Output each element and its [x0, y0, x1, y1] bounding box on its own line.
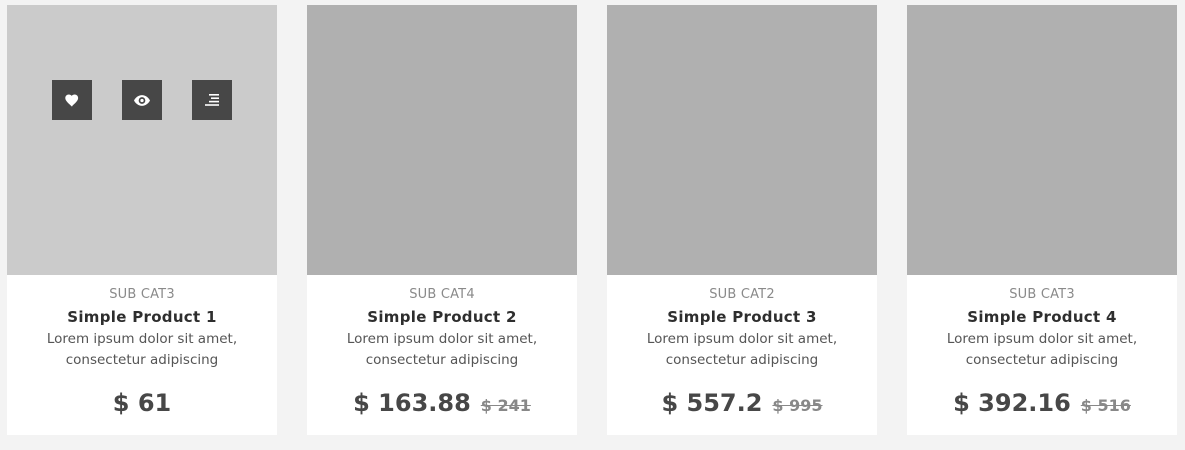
product-card[interactable]: SUB CAT3 Simple Product 1 Lorem ipsum do… — [7, 5, 277, 435]
product-actions — [52, 80, 232, 120]
product-title[interactable]: Simple Product 2 — [307, 308, 577, 326]
product-category[interactable]: SUB CAT3 — [7, 287, 277, 303]
product-description-line: Lorem ipsum dolor sit amet, — [346, 331, 538, 347]
product-description-line: Lorem ipsum dolor sit amet, — [46, 331, 238, 347]
product-description-line: consectetur adipiscing — [365, 352, 519, 368]
product-description-line: Lorem ipsum dolor sit amet, — [946, 331, 1138, 347]
product-category[interactable]: SUB CAT2 — [607, 287, 877, 303]
old-price: $ 995 — [772, 396, 823, 415]
add-to-wishlist-button[interactable] — [52, 80, 92, 120]
current-price: $ 163.88 — [353, 389, 471, 417]
heart-icon — [65, 94, 79, 107]
product-title[interactable]: Simple Product 3 — [607, 308, 877, 326]
product-card[interactable]: SUB CAT4 Simple Product 2 Lorem ipsum do… — [307, 5, 577, 435]
product-description-line: consectetur adipiscing — [965, 352, 1119, 368]
current-price: $ 557.2 — [661, 389, 763, 417]
product-image[interactable] — [307, 5, 577, 275]
product-price: $ 61 — [7, 389, 277, 417]
product-description: Lorem ipsum dolor sit amet, consectetur … — [307, 329, 577, 371]
product-info: SUB CAT2 Simple Product 3 Lorem ipsum do… — [607, 275, 877, 371]
product-description-line: consectetur adipiscing — [665, 352, 819, 368]
product-image[interactable] — [607, 5, 877, 275]
product-grid: SUB CAT3 Simple Product 1 Lorem ipsum do… — [7, 5, 1177, 435]
product-description: Lorem ipsum dolor sit amet, consectetur … — [7, 329, 277, 371]
product-category[interactable]: SUB CAT3 — [907, 287, 1177, 303]
eye-icon — [134, 94, 150, 106]
compare-button[interactable] — [192, 80, 232, 120]
product-card[interactable]: SUB CAT3 Simple Product 4 Lorem ipsum do… — [907, 5, 1177, 435]
product-description-line: Lorem ipsum dolor sit amet, — [646, 331, 838, 347]
product-card[interactable]: SUB CAT2 Simple Product 3 Lorem ipsum do… — [607, 5, 877, 435]
old-price: $ 241 — [480, 396, 531, 415]
product-price: $ 163.88 $ 241 — [307, 389, 577, 417]
product-image[interactable] — [7, 5, 277, 275]
current-price: $ 61 — [112, 389, 172, 417]
product-price: $ 557.2 $ 995 — [607, 389, 877, 417]
current-price: $ 392.16 — [953, 389, 1071, 417]
product-description-line: consectetur adipiscing — [65, 352, 219, 368]
product-image[interactable] — [907, 5, 1177, 275]
product-info: SUB CAT3 Simple Product 4 Lorem ipsum do… — [907, 275, 1177, 371]
product-title[interactable]: Simple Product 1 — [7, 308, 277, 326]
old-price: $ 516 — [1080, 396, 1131, 415]
quick-view-button[interactable] — [122, 80, 162, 120]
product-info: SUB CAT3 Simple Product 1 Lorem ipsum do… — [7, 275, 277, 371]
product-description: Lorem ipsum dolor sit amet, consectetur … — [607, 329, 877, 371]
product-description: Lorem ipsum dolor sit amet, consectetur … — [907, 329, 1177, 371]
product-title[interactable]: Simple Product 4 — [907, 308, 1177, 326]
product-category[interactable]: SUB CAT4 — [307, 287, 577, 303]
product-info: SUB CAT4 Simple Product 2 Lorem ipsum do… — [307, 275, 577, 371]
product-price: $ 392.16 $ 516 — [907, 389, 1177, 417]
menu-icon — [205, 94, 219, 106]
